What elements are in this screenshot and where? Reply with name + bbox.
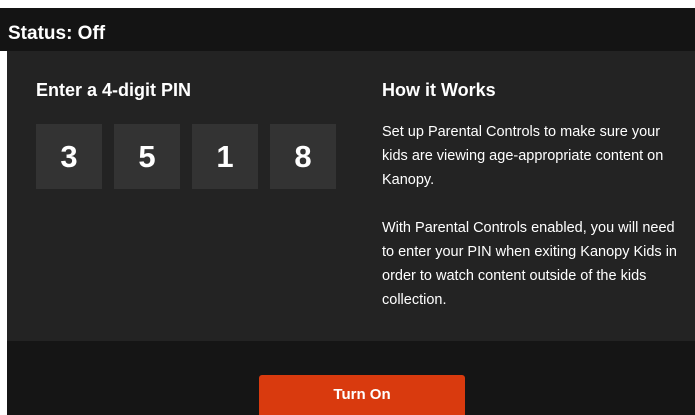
status-bar: Status: Off — [0, 8, 695, 51]
pin-digit-1[interactable]: 3 — [36, 124, 102, 189]
parental-controls-page: Status: Off Enter a 4-digit PIN 3 5 1 8 … — [0, 0, 695, 415]
pin-digit-4[interactable]: 8 — [270, 124, 336, 189]
how-it-works-paragraph: Set up Parental Controls to make sure yo… — [382, 124, 664, 188]
turn-on-button[interactable]: Turn On — [259, 375, 465, 415]
pin-digit-2[interactable]: 5 — [114, 124, 180, 189]
how-it-works-paragraph: With Parental Controls enabled, you will… — [382, 220, 677, 308]
pin-heading: Enter a 4-digit PIN — [36, 80, 192, 100]
status-label: Status: Off — [8, 23, 106, 44]
how-it-works-heading: How it Works — [382, 80, 496, 100]
pin-digit-3[interactable]: 1 — [192, 124, 258, 189]
